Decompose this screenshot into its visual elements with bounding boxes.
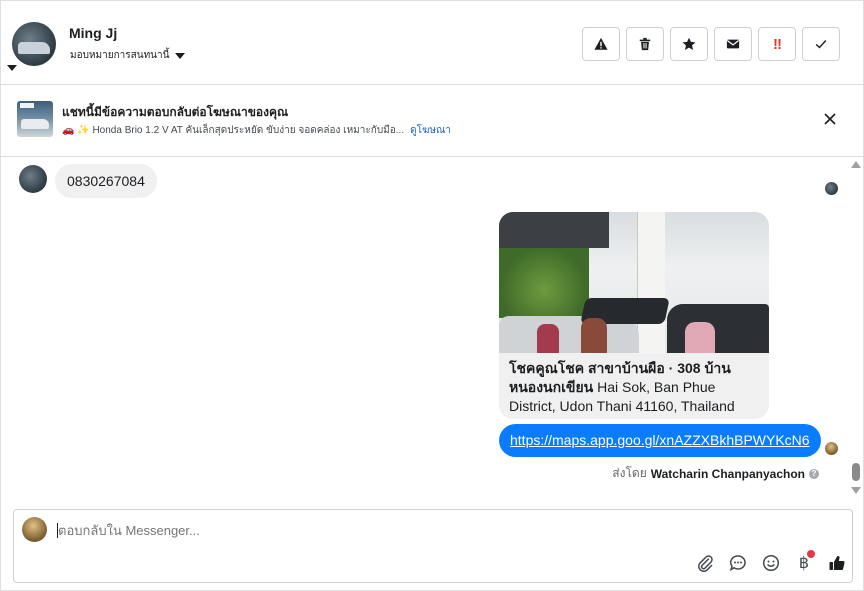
paperclip-icon: [698, 555, 713, 572]
location-photo: [499, 212, 769, 353]
reply-input[interactable]: [58, 523, 658, 538]
outgoing-link-message[interactable]: https://maps.app.goo.gl/xnAZZXBkhBPWYKcN…: [499, 424, 821, 457]
warning-icon: [594, 37, 608, 50]
ad-banner-description: 🚗 ✨ Honda Brio 1.2 V AT คันเล็กสุดประหยั…: [62, 123, 451, 138]
composer-tools: ฿: [694, 550, 848, 574]
location-card-text: โชคคูณโชค สาขาบ้านผือ · 308 บ้าน หนองนกเ…: [509, 359, 759, 416]
star-button[interactable]: [670, 27, 708, 61]
emoji-button[interactable]: [760, 552, 782, 574]
assign-conversation-dropdown[interactable]: มอบหมายการสนทนานี้: [70, 48, 186, 63]
read-receipt-avatar: [825, 182, 838, 195]
envelope-icon: [726, 39, 740, 49]
follow-up-button[interactable]: !!: [758, 27, 796, 61]
assign-label: มอบหมายการสนทนานี้: [70, 50, 170, 61]
header-actions: !!: [582, 27, 840, 61]
spam-button[interactable]: [582, 27, 620, 61]
text-cursor: [57, 523, 58, 538]
incoming-message[interactable]: 0830267084: [55, 164, 157, 198]
double-exclamation-icon: !!: [773, 35, 782, 53]
scroll-up-arrow[interactable]: [851, 161, 861, 168]
ad-reply-banner: แชทนี้มีข้อความตอบกลับต่อโฆษณาของคุณ 🚗 ✨…: [1, 86, 863, 157]
close-banner-button[interactable]: [823, 112, 837, 126]
view-ad-link[interactable]: ดูโฆษณา: [410, 125, 451, 136]
saved-replies-button[interactable]: [727, 552, 749, 574]
help-icon[interactable]: ?: [809, 468, 819, 479]
reply-composer: ฿: [13, 509, 853, 583]
mark-unread-button[interactable]: [714, 27, 752, 61]
trash-icon: [639, 37, 651, 51]
contact-name[interactable]: Ming Jj: [69, 25, 117, 41]
chevron-down-icon[interactable]: [7, 65, 17, 71]
conversation-panel: Ming Jj มอบหมายการสนทนานี้ !! แชทนี้มีข้…: [0, 0, 864, 591]
delete-button[interactable]: [626, 27, 664, 61]
contact-avatar[interactable]: [12, 22, 56, 66]
read-receipt-avatar: [825, 442, 838, 455]
thumbs-up-icon: [829, 556, 845, 571]
agent-avatar: [22, 517, 47, 542]
caret-down-icon: [175, 52, 186, 59]
ad-thumbnail[interactable]: [17, 101, 53, 137]
conversation-header: Ming Jj มอบหมายการสนทนานี้ !!: [1, 1, 863, 85]
scrollbar-thumb[interactable]: [852, 463, 860, 481]
sent-by-info: ส่งโดย Watcharin Chanpanyachon ?: [612, 464, 819, 483]
check-icon: [815, 40, 827, 49]
sent-by-name: Watcharin Chanpanyachon: [650, 466, 805, 481]
mark-done-button[interactable]: [802, 27, 840, 61]
chat-bubble-icon: [729, 555, 746, 572]
sent-by-prefix: ส่งโดย: [612, 466, 647, 480]
close-icon: [824, 113, 836, 125]
ad-description-text: 🚗 ✨ Honda Brio 1.2 V AT คันเล็กสุดประหยั…: [62, 125, 405, 136]
payment-button[interactable]: ฿: [793, 550, 815, 574]
attach-button[interactable]: [694, 552, 716, 574]
location-card[interactable]: โชคคูณโชค สาขาบ้านผือ · 308 บ้าน หนองนกเ…: [499, 212, 769, 419]
notification-dot: [807, 550, 815, 558]
ad-banner-title: แชทนี้มีข้อความตอบกลับต่อโฆษณาของคุณ: [62, 105, 289, 119]
star-icon: [682, 37, 696, 50]
scroll-down-arrow[interactable]: [851, 487, 861, 494]
sender-avatar[interactable]: [19, 165, 47, 193]
smiley-icon: [762, 554, 780, 572]
thumbs-up-button[interactable]: [826, 552, 848, 574]
